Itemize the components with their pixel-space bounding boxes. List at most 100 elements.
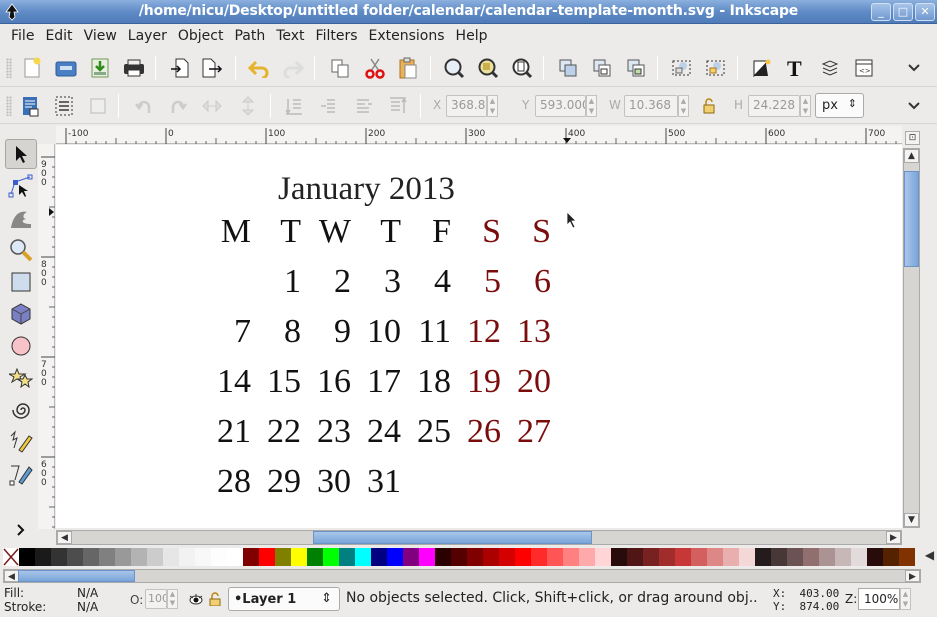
color-swatch[interactable]: [99, 548, 115, 566]
color-swatch[interactable]: [211, 548, 227, 566]
select-all-layers-icon[interactable]: [52, 94, 76, 118]
menu-edit[interactable]: Edit: [40, 28, 77, 44]
color-swatch[interactable]: [435, 548, 451, 566]
zoom-page-icon[interactable]: [510, 56, 534, 80]
pen-tool[interactable]: [5, 459, 37, 489]
minimize-button[interactable]: _: [871, 3, 891, 21]
paste-icon[interactable]: [396, 56, 420, 80]
menu-filters[interactable]: Filters: [311, 28, 363, 44]
zoom-drawing-icon[interactable]: [476, 56, 500, 80]
palette-scrollbar[interactable]: ◀ ▶: [3, 569, 921, 583]
zoom-field[interactable]: 100%: [858, 588, 900, 610]
color-swatch[interactable]: [835, 548, 851, 566]
opacity-spinner[interactable]: ▲ ▼: [167, 589, 178, 609]
color-swatch[interactable]: [627, 548, 643, 566]
flip-vertical-icon[interactable]: [236, 94, 260, 118]
color-swatch[interactable]: [755, 548, 771, 566]
color-swatch[interactable]: [563, 548, 579, 566]
w-field[interactable]: 10.368: [624, 95, 678, 117]
current-layer-select[interactable]: •Layer 1 ⇕: [228, 587, 340, 611]
color-swatch[interactable]: [707, 548, 723, 566]
color-swatch[interactable]: [771, 548, 787, 566]
zoom-tool[interactable]: [5, 235, 37, 265]
horizontal-ruler[interactable]: -100 0 100 200 300 400 500 600 700: [56, 126, 902, 144]
color-swatch[interactable]: [595, 548, 611, 566]
color-swatch[interactable]: [659, 548, 675, 566]
canvas[interactable]: January 2013 M T W T F S S 1 2 3 4 5 6 7 8 9 10 11 12 13 14 1…: [56, 145, 902, 528]
more-icon[interactable]: [902, 56, 926, 80]
import-icon[interactable]: [168, 56, 192, 80]
menu-help[interactable]: Help: [451, 28, 493, 44]
x-spinner[interactable]: ▲ ▼: [487, 95, 498, 117]
color-swatch[interactable]: [371, 548, 387, 566]
opacity-field[interactable]: 100: [145, 589, 167, 609]
redo-icon[interactable]: [281, 56, 305, 80]
layer-visibility-eye-icon[interactable]: [188, 594, 204, 606]
raise-to-top-icon[interactable]: [386, 94, 410, 118]
color-swatch[interactable]: [291, 548, 307, 566]
color-swatch[interactable]: [867, 548, 883, 566]
unlink-clone-icon[interactable]: [624, 56, 648, 80]
color-swatch[interactable]: [387, 548, 403, 566]
maximize-button[interactable]: □: [893, 3, 913, 21]
layers-icon[interactable]: [818, 56, 842, 80]
menu-layer[interactable]: Layer: [123, 28, 172, 44]
ungroup-icon[interactable]: [704, 56, 728, 80]
color-swatch[interactable]: [339, 548, 355, 566]
deselect-icon[interactable]: [86, 94, 110, 118]
h-field[interactable]: 24.228: [748, 95, 800, 117]
y-field[interactable]: 593.000: [535, 95, 586, 117]
more-icon[interactable]: [902, 94, 926, 118]
pencil-tool[interactable]: [5, 427, 37, 457]
color-swatch[interactable]: [739, 548, 755, 566]
palette-scroll-thumb[interactable]: [18, 570, 135, 582]
more-tools-button[interactable]: [5, 515, 37, 545]
scroll-left-button[interactable]: ◀: [57, 531, 72, 544]
color-swatch[interactable]: [899, 548, 915, 566]
color-swatch[interactable]: [131, 548, 147, 566]
color-swatch[interactable]: [51, 548, 67, 566]
zoom-spinner[interactable]: ▲ ▼: [900, 588, 911, 610]
rotate-ccw-icon[interactable]: [132, 94, 156, 118]
palette-scroll-right[interactable]: ▶: [905, 570, 920, 582]
color-swatch[interactable]: [179, 548, 195, 566]
group-icon[interactable]: [670, 56, 694, 80]
toolbar-grip[interactable]: [6, 96, 12, 116]
close-button[interactable]: ✕: [915, 3, 935, 21]
no-paint-swatch[interactable]: [3, 548, 19, 566]
color-swatch[interactable]: [691, 548, 707, 566]
color-swatch[interactable]: [307, 548, 323, 566]
color-swatch[interactable]: [19, 548, 35, 566]
color-swatch[interactable]: [419, 548, 435, 566]
color-swatch[interactable]: [35, 548, 51, 566]
w-spinner[interactable]: ▲ ▼: [678, 95, 689, 117]
color-swatch[interactable]: [531, 548, 547, 566]
layer-lock-icon[interactable]: [209, 592, 221, 606]
vertical-ruler[interactable]: 900800700600: [38, 144, 55, 529]
menu-path[interactable]: Path: [229, 28, 270, 44]
scroll-up-button[interactable]: ▲: [904, 149, 919, 163]
color-swatch[interactable]: [163, 548, 179, 566]
color-swatch[interactable]: [115, 548, 131, 566]
color-swatch[interactable]: [851, 548, 867, 566]
color-swatch[interactable]: [67, 548, 83, 566]
undo-icon[interactable]: [247, 56, 271, 80]
duplicate-icon[interactable]: [556, 56, 580, 80]
color-swatch[interactable]: [723, 548, 739, 566]
vertical-scrollbar[interactable]: ▲ ▼: [903, 148, 920, 528]
flip-horizontal-icon[interactable]: [200, 94, 224, 118]
3d-box-tool[interactable]: [5, 299, 37, 329]
selector-tool[interactable]: [5, 139, 37, 169]
lower-icon[interactable]: [316, 94, 340, 118]
color-swatch[interactable]: [819, 548, 835, 566]
color-swatch[interactable]: [355, 548, 371, 566]
lower-to-bottom-icon[interactable]: [282, 94, 306, 118]
scroll-down-button[interactable]: ▼: [904, 513, 919, 527]
unit-select[interactable]: px ⇕: [815, 93, 864, 118]
color-swatch[interactable]: [643, 548, 659, 566]
color-swatch[interactable]: [83, 548, 99, 566]
color-swatch[interactable]: [243, 548, 259, 566]
palette-scroll-left[interactable]: ◀: [4, 570, 19, 582]
star-tool[interactable]: [5, 363, 37, 393]
color-swatch[interactable]: [259, 548, 275, 566]
